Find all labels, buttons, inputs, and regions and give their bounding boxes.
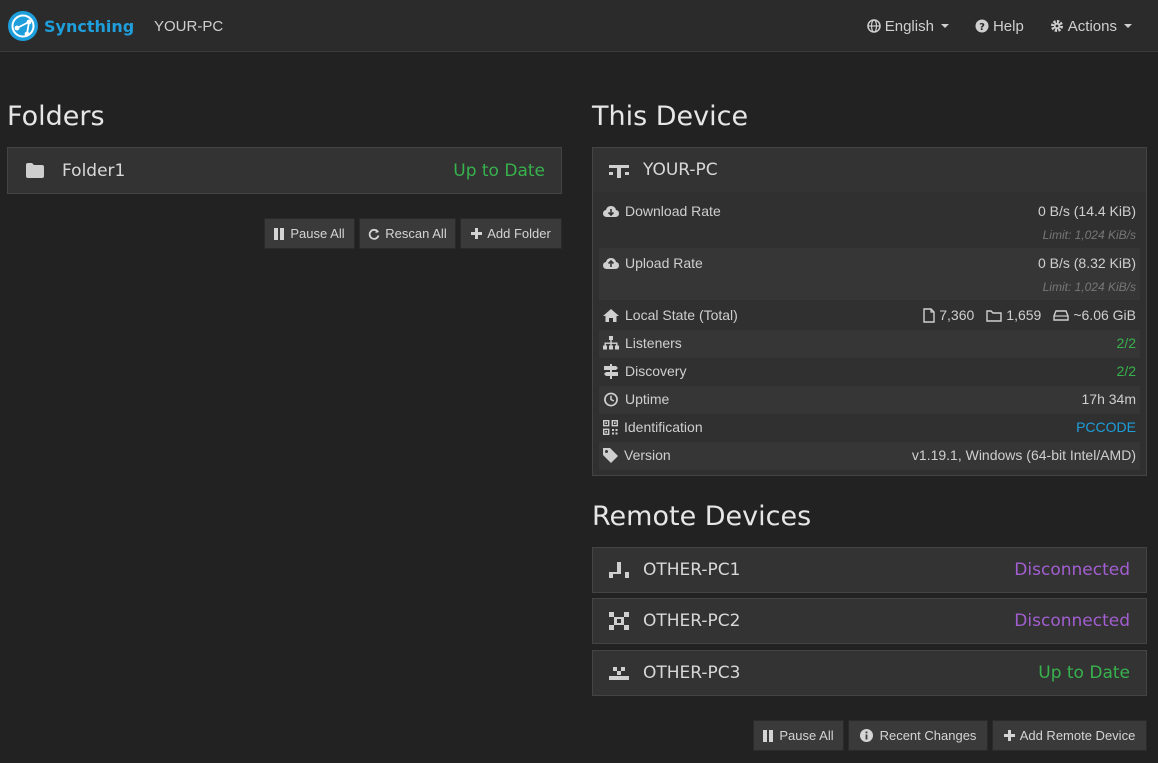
upload-rate-limit: Limit: 1,024 KiB/s: [1042, 280, 1136, 294]
local-state-label: Local State (Total): [625, 307, 738, 323]
pause-icon: [763, 729, 774, 742]
identification-value[interactable]: PCCODE: [1076, 419, 1136, 435]
local-state-row: Local State (Total) 7,360 1,659 ~6.06 Gi…: [599, 302, 1140, 330]
folders-heading: Folders: [7, 101, 105, 132]
folder-outline-icon: [986, 309, 1002, 322]
add-folder-button[interactable]: Add Folder: [460, 218, 562, 249]
download-rate-limit: Limit: 1,024 KiB/s: [1042, 228, 1136, 242]
globe-icon: [866, 19, 881, 33]
brand-name: Syncthing: [44, 16, 135, 36]
local-folders-count: 1,659: [1006, 307, 1042, 323]
pause-all-folders-button[interactable]: Pause All: [264, 218, 355, 249]
syncthing-logo-icon: [8, 11, 38, 41]
home-icon: [603, 308, 619, 322]
uptime-label: Uptime: [625, 391, 670, 407]
plus-icon: [471, 228, 483, 239]
this-device-panel: YOUR-PC Download Rate 0 B/s (14.4 KiB) L…: [592, 147, 1147, 476]
this-device-heading: This Device: [592, 101, 749, 132]
info-circle-icon: [859, 729, 873, 742]
add-remote-device-button[interactable]: Add Remote Device: [992, 720, 1147, 751]
device-identicon-icon: [609, 562, 629, 578]
language-menu[interactable]: English: [854, 18, 962, 35]
upload-rate-label: Upload Rate: [625, 255, 703, 271]
folder-panel[interactable]: Folder1 Up to Date: [7, 147, 562, 194]
listeners-value[interactable]: 2/2: [1117, 335, 1136, 351]
folder-icon: [26, 163, 44, 178]
upload-rate-row: Upload Rate 0 B/s (8.32 KiB) Limit: 1,02…: [599, 248, 1140, 300]
recent-changes-label: Recent Changes: [879, 728, 977, 743]
download-rate-value: 0 B/s (14.4 KiB): [1037, 203, 1136, 219]
brand[interactable]: Syncthing: [7, 9, 134, 43]
version-value: v1.19.1, Windows (64-bit Intel/AMD): [911, 447, 1136, 463]
uptime-value: 17h 34m: [1081, 391, 1136, 407]
remote-device-name: OTHER-PC3: [643, 663, 741, 683]
help-menu[interactable]: ? Help: [962, 18, 1037, 35]
uptime-row: Uptime 17h 34m: [599, 386, 1140, 414]
chevron-down-icon: [940, 24, 949, 28]
pause-all-label: Pause All: [779, 728, 834, 743]
plus-icon: [1003, 730, 1015, 741]
this-device-header[interactable]: YOUR-PC: [593, 148, 1146, 192]
pause-all-devices-button[interactable]: Pause All: [753, 720, 844, 751]
qrcode-icon: [603, 419, 618, 435]
discovery-value[interactable]: 2/2: [1117, 363, 1136, 379]
recent-changes-button[interactable]: Recent Changes: [848, 720, 988, 751]
download-rate-label: Download Rate: [625, 203, 721, 219]
remote-device-name: OTHER-PC1: [643, 560, 741, 580]
device-identicon-icon: [609, 612, 629, 630]
cloud-download-icon: [603, 205, 619, 217]
folder-status: Up to Date: [453, 160, 545, 181]
pause-icon: [274, 227, 285, 240]
add-remote-device-label: Add Remote Device: [1019, 728, 1136, 743]
remote-device-panel[interactable]: OTHER-PC2 Disconnected: [592, 598, 1147, 644]
hdd-icon: [1053, 309, 1070, 321]
navbar-device-name: YOUR-PC: [154, 18, 224, 35]
device-identicon-icon: [609, 165, 629, 178]
pause-all-label: Pause All: [290, 226, 345, 241]
refresh-icon: [369, 228, 380, 240]
cloud-upload-icon: [603, 257, 619, 269]
listeners-row: Listeners 2/2: [599, 330, 1140, 358]
signpost-icon: [604, 363, 618, 379]
local-files-count: 7,360: [939, 307, 975, 323]
folder-name: Folder1: [62, 160, 126, 181]
discovery-row: Discovery 2/2: [599, 358, 1140, 386]
file-icon: [923, 307, 935, 323]
discovery-label: Discovery: [625, 363, 687, 379]
upload-rate-value: 0 B/s (8.32 KiB): [1037, 255, 1136, 271]
listeners-label: Listeners: [625, 335, 682, 351]
sitemap-icon: [603, 336, 619, 350]
this-device-name: YOUR-PC: [643, 160, 718, 180]
actions-menu[interactable]: Actions: [1037, 18, 1158, 35]
remote-device-status: Up to Date: [1038, 663, 1130, 683]
actions-label: Actions: [1067, 17, 1117, 35]
download-rate-row: Download Rate 0 B/s (14.4 KiB) Limit: 1,…: [599, 193, 1140, 245]
help-label: Help: [992, 17, 1024, 35]
gear-icon: [1050, 20, 1063, 32]
rescan-all-button[interactable]: Rescan All: [359, 218, 456, 249]
question-circle-icon: ?: [975, 19, 989, 33]
device-identicon-icon: [609, 667, 629, 680]
remote-device-name: OTHER-PC2: [643, 611, 741, 631]
clock-icon: [604, 392, 618, 406]
remote-devices-heading: Remote Devices: [592, 501, 812, 532]
svg-text:?: ?: [979, 22, 985, 33]
remote-device-status: Disconnected: [1014, 611, 1130, 631]
tag-icon: [603, 447, 618, 463]
rescan-all-label: Rescan All: [385, 226, 447, 241]
add-folder-label: Add Folder: [487, 226, 551, 241]
version-label: Version: [624, 447, 671, 463]
remote-device-panel[interactable]: OTHER-PC1 Disconnected: [592, 547, 1147, 593]
top-navbar: Syncthing YOUR-PC English ? Help Actions: [0, 0, 1158, 52]
remote-device-status: Disconnected: [1014, 560, 1130, 580]
identification-row: Identification PCCODE: [599, 414, 1140, 442]
local-size: ~6.06 GiB: [1073, 307, 1136, 323]
language-label: English: [884, 17, 934, 35]
identification-label: Identification: [624, 419, 703, 435]
remote-device-panel[interactable]: OTHER-PC3 Up to Date: [592, 650, 1147, 696]
chevron-down-icon: [1124, 24, 1132, 28]
version-row: Version v1.19.1, Windows (64-bit Intel/A…: [599, 442, 1140, 470]
